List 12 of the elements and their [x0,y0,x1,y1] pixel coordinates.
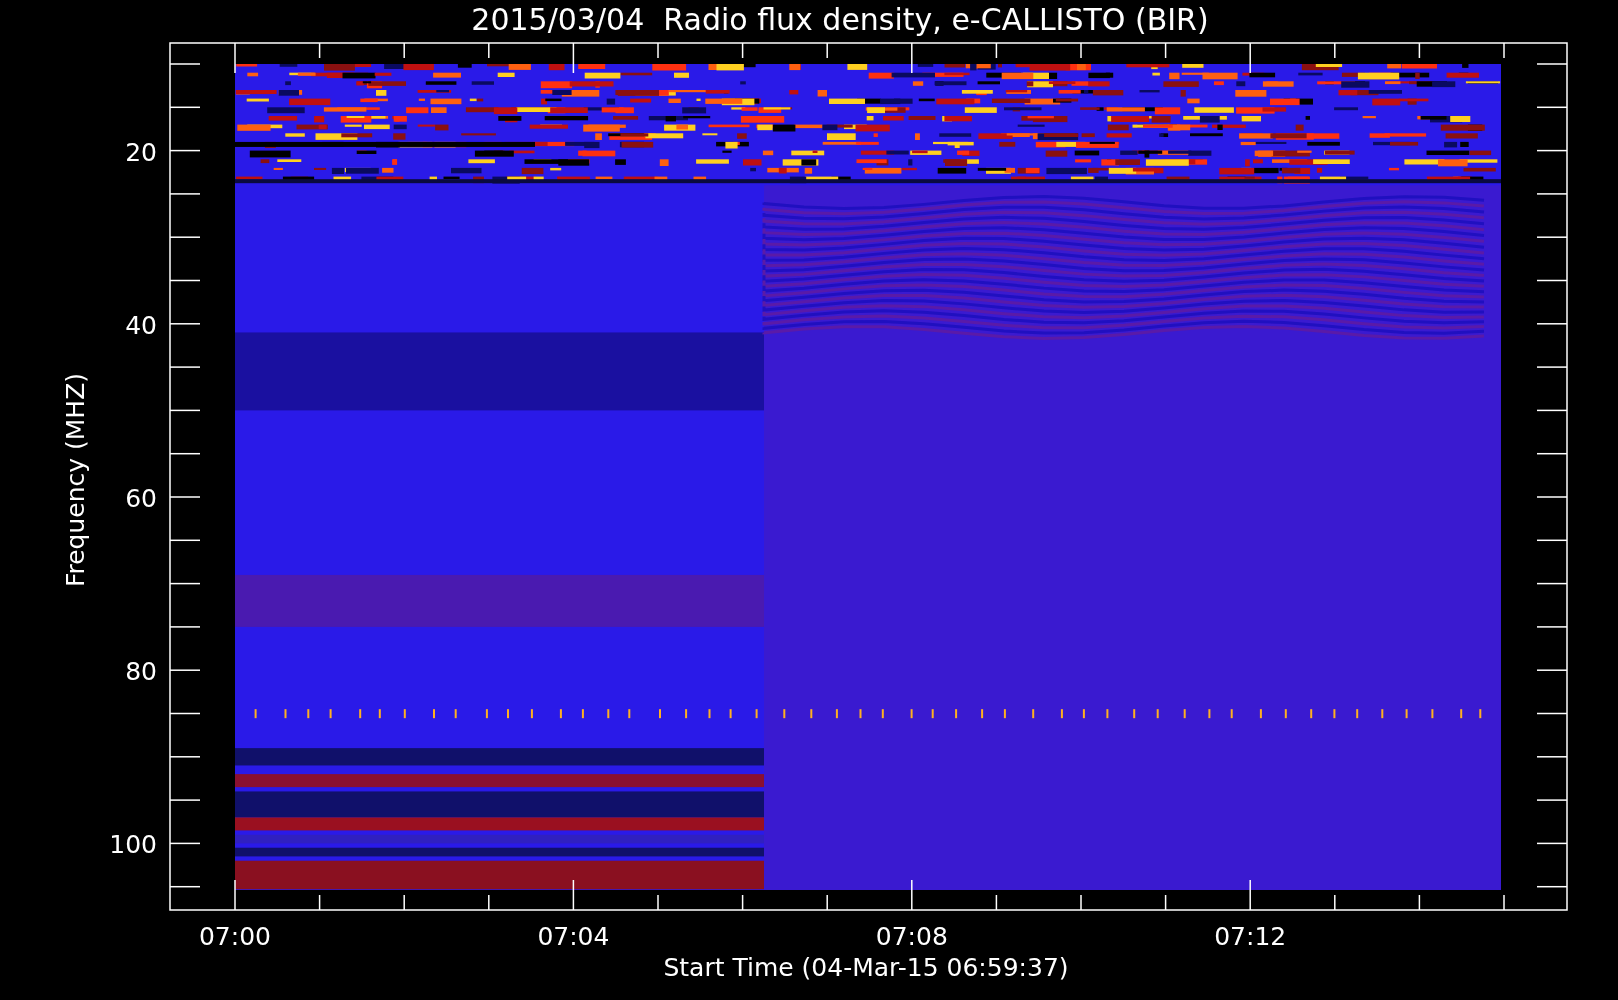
axis-tick-label: 07:00 [199,922,271,951]
axis-title: Start Time (04-Mar-15 06:59:37) [663,953,1069,982]
axis-title: Frequency (MHZ) [61,372,90,588]
axis-tick-label: 07:12 [1214,922,1287,951]
axis-tick-label: 80 [125,657,157,687]
axis-tick-label: 40 [125,310,157,340]
axis-tick-label: 60 [125,484,157,513]
axis-tick-label: 07:04 [537,922,610,951]
axis-tick-label: 20 [125,137,157,167]
axis-tick-label: 100 [109,830,157,860]
axis-tick-label: 07:08 [875,922,948,951]
chart-title: 2015/03/04 Radio flux density, e-CALLISTO (BIR) [471,2,1209,37]
